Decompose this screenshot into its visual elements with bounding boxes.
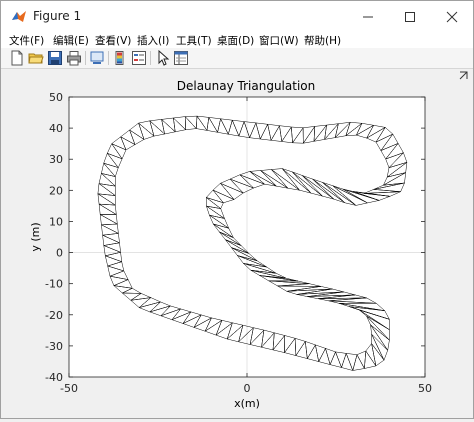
open-file-icon[interactable] bbox=[28, 50, 44, 66]
link-plot-icon[interactable] bbox=[89, 50, 105, 66]
x-axis-label: x(m) bbox=[234, 397, 260, 410]
close-button[interactable] bbox=[431, 1, 473, 32]
menu-window[interactable]: 窗口(W) bbox=[259, 33, 299, 48]
property-editor-icon[interactable] bbox=[173, 50, 189, 66]
menu-desktop[interactable]: 桌面(D) bbox=[217, 33, 254, 48]
y-tick-label: 30 bbox=[49, 153, 63, 166]
minimize-icon bbox=[363, 16, 373, 17]
delaunay-chart: Delaunay Triangulation -50 0 50-40-30-20-1… bbox=[29, 79, 432, 410]
toolbar bbox=[1, 48, 473, 69]
expand-toolstrip-icon[interactable] bbox=[459, 70, 469, 80]
chart-title: Delaunay Triangulation bbox=[177, 79, 315, 93]
menu-file[interactable]: 文件(F) bbox=[9, 33, 44, 48]
y-tick-label: -20 bbox=[45, 309, 63, 322]
y-tick-label: 0 bbox=[56, 247, 63, 260]
maximize-button[interactable] bbox=[389, 1, 431, 32]
window-title: Figure 1 bbox=[33, 9, 82, 23]
title-bar[interactable]: Figure 1 bbox=[1, 1, 473, 32]
y-tick-label: 20 bbox=[49, 184, 63, 197]
y-tick-label: 40 bbox=[49, 122, 63, 135]
legend-icon[interactable] bbox=[131, 50, 147, 66]
toolbar-separator bbox=[150, 51, 151, 65]
close-icon bbox=[446, 11, 458, 22]
figure-canvas: Delaunay Triangulation -50 0 50 -40 -30 -20 -1… bbox=[1, 69, 473, 418]
y-tick-label: -10 bbox=[45, 278, 63, 291]
y-tick-label: -40 bbox=[45, 371, 63, 384]
y-axis-label: y (m) bbox=[29, 222, 42, 251]
print-icon[interactable] bbox=[66, 50, 82, 66]
menu-bar: 文件(F) 编辑(E) 查看(V) 插入(I) 工具(T) 桌面(D) 窗口(W… bbox=[1, 32, 473, 48]
new-figure-icon[interactable] bbox=[9, 50, 25, 66]
menu-edit[interactable]: 编辑(E) bbox=[53, 33, 89, 48]
toolbar-separator bbox=[85, 51, 86, 65]
y-tick-label: 50 bbox=[49, 91, 63, 104]
menu-tools[interactable]: 工具(T) bbox=[176, 33, 212, 48]
menu-insert[interactable]: 插入(I) bbox=[137, 33, 169, 48]
toolbar-separator bbox=[108, 51, 109, 65]
minimize-button[interactable] bbox=[347, 1, 389, 32]
y-tick-label: 10 bbox=[49, 215, 63, 228]
matlab-app-icon bbox=[12, 11, 26, 22]
maximize-icon bbox=[405, 11, 415, 22]
menu-view[interactable]: 查看(V) bbox=[95, 33, 131, 48]
figure-window: Figure 1 文件(F) 编辑(E) 查看(V) 插入(I) 工具(T) 桌… bbox=[0, 0, 474, 419]
colorbar-icon[interactable] bbox=[112, 50, 128, 66]
menu-help[interactable]: 帮助(H) bbox=[304, 33, 341, 48]
save-icon[interactable] bbox=[47, 50, 63, 66]
x-tick-label: 50 bbox=[418, 382, 432, 395]
y-tick-label: -30 bbox=[45, 340, 63, 353]
pointer-icon[interactable] bbox=[155, 50, 171, 66]
x-tick-label: 0 bbox=[244, 382, 251, 395]
